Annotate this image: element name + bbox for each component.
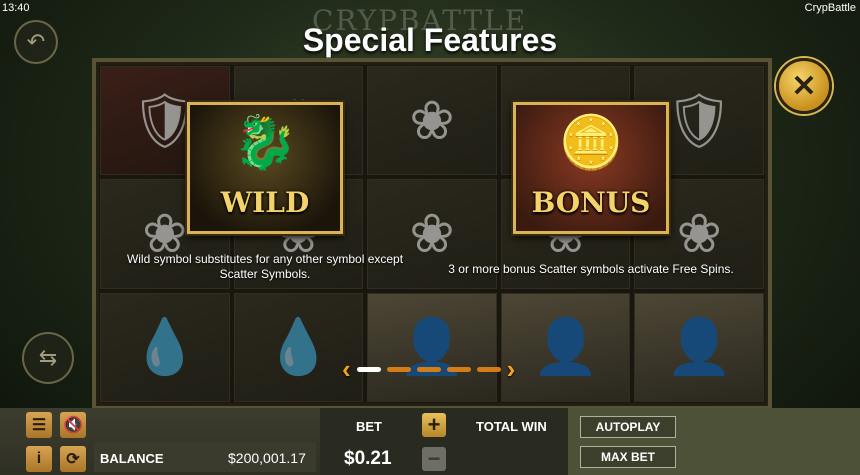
paytable-button[interactable]: ☰ xyxy=(26,412,52,438)
info-button[interactable]: i xyxy=(26,446,52,472)
total-win-label: TOTAL WIN xyxy=(476,419,547,434)
bonus-symbol: 🪙 BONUS xyxy=(513,102,669,234)
wild-symbol: 🐉 WILD xyxy=(187,102,343,234)
prev-page-button[interactable]: ‹ xyxy=(342,354,351,385)
next-page-button[interactable]: › xyxy=(507,354,516,385)
page-dot[interactable] xyxy=(476,366,501,372)
page-indicator: ‹ › xyxy=(342,354,516,385)
bonus-description: 3 or more bonus Scatter symbols activate… xyxy=(448,262,734,276)
wild-description: Wild symbol substitutes for any other sy… xyxy=(126,252,404,281)
increase-bet-button[interactable]: + xyxy=(422,412,446,437)
close-icon: ✕ xyxy=(791,69,817,103)
menu-list-icon: ☰ xyxy=(31,417,47,434)
page-dot[interactable] xyxy=(356,366,381,372)
speaker-muted-icon: 🔇 xyxy=(63,417,83,434)
feature-bonus: 🪙 BONUS 3 or more bonus Scatter symbols … xyxy=(440,102,742,277)
wild-symbol-label: WILD xyxy=(220,186,310,219)
bonus-symbol-label: BONUS xyxy=(531,186,651,219)
dragon-icon: 🐉 xyxy=(232,114,298,172)
balance-value: $200,001.17 xyxy=(228,450,306,466)
sound-toggle-button[interactable]: 🔇 xyxy=(60,412,86,438)
app-title: CrypBattle xyxy=(804,2,856,14)
clock: 13:40 xyxy=(2,2,30,14)
page-title: Special Features xyxy=(302,22,558,58)
back-arrow-icon: ↶ xyxy=(26,29,46,54)
autoplay-button[interactable]: AUTOPLAY xyxy=(580,416,676,438)
swap-button[interactable]: ⇆ xyxy=(22,332,74,384)
bet-value: $0.21 xyxy=(344,448,392,469)
treasure-chest-icon: 🪙 xyxy=(558,114,624,172)
decrease-bet-button[interactable]: − xyxy=(422,446,446,471)
history-button[interactable]: ⟳ xyxy=(60,446,86,472)
page-dot[interactable] xyxy=(386,366,411,372)
max-bet-button[interactable]: MAX BET xyxy=(580,446,676,468)
page-dot[interactable] xyxy=(446,366,471,372)
back-button[interactable]: ↶ xyxy=(14,20,58,64)
refresh-icon: ⟳ xyxy=(66,451,80,468)
swap-arrows-icon: ⇆ xyxy=(38,345,58,370)
close-button[interactable]: ✕ xyxy=(776,58,832,114)
page-dot[interactable] xyxy=(416,366,441,372)
balance-label: BALANCE xyxy=(100,451,164,466)
feature-wild: 🐉 WILD Wild symbol substitutes for any o… xyxy=(112,102,418,282)
bet-label: BET xyxy=(356,419,382,434)
info-icon: i xyxy=(36,450,42,467)
